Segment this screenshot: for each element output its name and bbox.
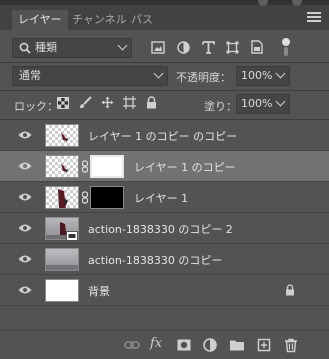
mask-link-icon[interactable] bbox=[81, 191, 89, 204]
collapse-button[interactable] bbox=[258, 0, 268, 6]
layer-list: レイヤー 1 のコピー のコピー レイヤー 1 のコピー レイヤー 1 acti… bbox=[0, 120, 329, 330]
fx-icon[interactable]: fx bbox=[150, 336, 166, 352]
eye-icon[interactable] bbox=[18, 223, 32, 233]
type-filter-icon[interactable] bbox=[202, 41, 215, 54]
link-layers-icon[interactable] bbox=[124, 337, 140, 353]
layer-row[interactable]: action-1838330 のコピー 2 bbox=[0, 213, 329, 244]
close-button[interactable] bbox=[292, 0, 302, 6]
add-mask-icon[interactable] bbox=[176, 337, 192, 353]
pixel-filter-icon[interactable] bbox=[151, 41, 165, 54]
layer-name[interactable]: action-1838330 のコピー 2 bbox=[88, 221, 233, 237]
subject-silhouette bbox=[61, 164, 68, 173]
layer-name[interactable]: action-1838330 のコピー bbox=[88, 252, 222, 268]
layer-thumbnail bbox=[45, 155, 79, 178]
chevron-down-icon bbox=[153, 68, 164, 79]
chevron-down-icon bbox=[117, 40, 128, 51]
layer-row[interactable]: action-1838330 のコピー bbox=[0, 244, 329, 275]
layer-name[interactable]: レイヤー 1 のコピー のコピー bbox=[88, 128, 237, 144]
panel-top-strip bbox=[0, 0, 329, 6]
photo-background bbox=[46, 265, 78, 270]
lock-paint-icon[interactable] bbox=[79, 96, 92, 109]
smart-object-badge-icon bbox=[66, 231, 78, 241]
subject-silhouette bbox=[61, 133, 68, 142]
adjustment-layer-icon[interactable] bbox=[202, 337, 218, 353]
layer-mask-thumbnail[interactable] bbox=[90, 155, 124, 178]
fill-value: 100% bbox=[241, 97, 273, 110]
layer-row[interactable]: レイヤー 1 のコピー bbox=[0, 151, 329, 182]
delete-layer-icon[interactable] bbox=[283, 337, 299, 353]
blend-mode-value: 通常 bbox=[19, 69, 41, 82]
lock-artboard-icon[interactable] bbox=[123, 96, 136, 109]
lock-transparent-icon[interactable] bbox=[57, 97, 69, 109]
layer-name[interactable]: 背景 bbox=[88, 283, 110, 299]
fill-input[interactable]: 100% bbox=[236, 94, 290, 114]
chevron-down-icon bbox=[275, 96, 286, 107]
mask-link-icon[interactable] bbox=[81, 160, 89, 173]
layer-name[interactable]: レイヤー 1 bbox=[134, 190, 188, 206]
eye-icon[interactable] bbox=[18, 192, 32, 202]
lock-label: ロック： bbox=[14, 100, 58, 113]
layer-thumbnail bbox=[45, 248, 79, 271]
layer-row[interactable]: レイヤー 1 bbox=[0, 182, 329, 213]
tab-layers[interactable]: レイヤー bbox=[12, 10, 68, 30]
panel-menu-icon[interactable] bbox=[307, 12, 321, 23]
smart-object-filter-icon[interactable] bbox=[251, 40, 263, 54]
layer-row[interactable]: 背景 bbox=[0, 275, 329, 306]
separator bbox=[0, 62, 329, 63]
eye-icon[interactable] bbox=[18, 254, 32, 264]
layers-panel: レイヤー チャンネル パス 種類 通常 不透明度： 100% ロック： 塗り： … bbox=[0, 0, 329, 359]
panel-tab-bar: レイヤー チャンネル パス bbox=[0, 0, 329, 30]
new-layer-icon[interactable] bbox=[256, 337, 272, 353]
chevron-down-icon bbox=[275, 68, 286, 79]
layer-thumbnail bbox=[45, 279, 79, 302]
eye-icon[interactable] bbox=[18, 285, 32, 295]
eye-icon[interactable] bbox=[18, 130, 32, 140]
filter-kind-dropdown[interactable]: 種類 bbox=[12, 38, 132, 58]
layer-thumbnail bbox=[45, 186, 79, 209]
fill-label: 塗り： bbox=[204, 100, 237, 113]
layer-name[interactable]: レイヤー 1 のコピー bbox=[134, 159, 236, 175]
eye-icon[interactable] bbox=[18, 161, 32, 171]
layers-footer-toolbar: fx bbox=[0, 330, 329, 359]
adjustment-filter-icon[interactable] bbox=[177, 41, 190, 54]
filter-kind-label: 種類 bbox=[35, 41, 57, 54]
tab-paths[interactable]: パス bbox=[125, 10, 159, 30]
new-group-icon[interactable] bbox=[229, 337, 245, 353]
separator bbox=[0, 90, 329, 91]
search-icon bbox=[19, 42, 31, 54]
tab-channels[interactable]: チャンネル bbox=[66, 10, 133, 30]
lock-position-icon[interactable] bbox=[101, 96, 114, 109]
blend-mode-dropdown[interactable]: 通常 bbox=[12, 66, 168, 86]
lock-all-icon[interactable] bbox=[146, 96, 157, 109]
opacity-label: 不透明度： bbox=[176, 71, 231, 84]
filter-toggle-icon[interactable] bbox=[281, 37, 291, 57]
layer-lock-icon[interactable] bbox=[285, 284, 295, 296]
subject-silhouette bbox=[58, 189, 68, 208]
layer-mask-thumbnail[interactable] bbox=[90, 186, 124, 209]
opacity-input[interactable]: 100% bbox=[236, 66, 290, 86]
shape-filter-icon[interactable] bbox=[226, 41, 239, 54]
opacity-value: 100% bbox=[241, 69, 273, 82]
layer-thumbnail bbox=[45, 124, 79, 147]
layer-row[interactable]: レイヤー 1 のコピー のコピー bbox=[0, 120, 329, 151]
